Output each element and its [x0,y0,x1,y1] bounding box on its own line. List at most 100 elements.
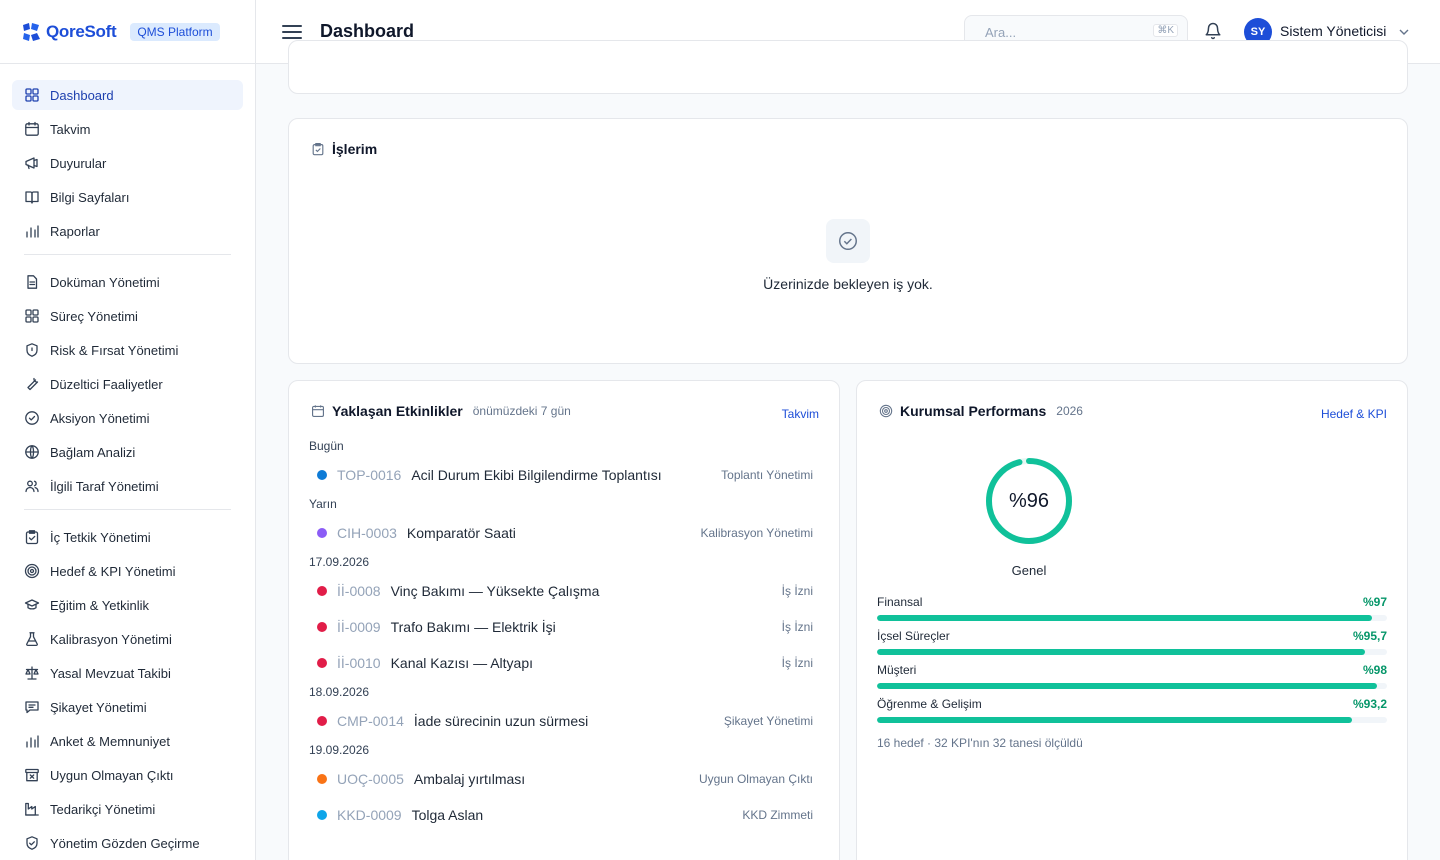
shield-check-icon [24,835,40,851]
event-status-dot [317,622,327,632]
event-status-dot [317,586,327,596]
nav-divider [24,509,231,510]
event-code: TOP-0016 [337,467,402,483]
sidebar-item-label: Eğitim & Yetkinlik [50,597,149,613]
sidebar-item-süreç-yönetimi[interactable]: Süreç Yönetimi [12,301,243,331]
hamburger-menu-button[interactable] [282,22,302,42]
event-category: Uygun Olmayan Çıktı [698,772,813,786]
event-title: Vinç Bakımı — Yüksekte Çalışma [390,583,600,599]
sidebar-item-uygun-olmayan-çıktı[interactable]: Uygun Olmayan Çıktı [12,760,243,790]
event-category: İş İzni [781,584,813,598]
factory-icon [24,801,40,817]
event-row[interactable]: İİ-0010 Kanal Kazısı — Altyapı İş İzni [309,649,821,677]
event-row[interactable]: İİ-0008 Vinç Bakımı — Yüksekte Çalışma İş … [309,577,821,605]
notification-bell-icon[interactable] [1204,22,1222,40]
event-date-heading: 19.09.2026 [309,743,370,757]
sidebar-item-kalibrasyon-yönetimi[interactable]: Kalibrasyon Yönetimi [12,624,243,654]
sidebar-item-i-lgili-taraf-yönetimi[interactable]: İlgili Taraf Yönetimi [12,471,243,501]
archive-x-icon [24,767,40,783]
wrench-icon [24,376,40,392]
kpi-progress-fill [877,649,1366,655]
bar-chart-icon [24,733,40,749]
event-row[interactable]: UOÇ-0005 Ambalaj yırtılması Uygun Olmayan … [309,765,821,793]
sidebar-item-label: Dashboard [50,87,114,103]
sidebar-item-label: Şikayet Yönetimi [50,699,147,715]
platform-badge: QMS Platform [130,22,220,41]
sidebar-item-takvim[interactable]: Takvim [12,114,243,144]
chevron-down-icon[interactable] [1398,26,1410,38]
kpi-name: Finansal [877,595,923,609]
kpi-value: %98 [1362,663,1387,677]
event-code: CMP-0014 [337,713,404,729]
event-code: KKD-0009 [337,807,402,823]
event-title: Ambalaj yırtılması [413,771,526,787]
sidebar-item-label: Süreç Yönetimi [50,308,138,324]
kpi-link[interactable]: Hedef & KPI [1321,407,1387,421]
kpi-progress-fill [877,615,1372,621]
empty-state-text: Üzerinizde bekleyen iş yok. [763,276,933,292]
sidebar-item-risk-fırsat-yönetimi[interactable]: Risk & Fırsat Yönetimi [12,335,243,365]
events-title: Yaklaşan Etkinlikler [332,403,463,419]
scale-icon [24,665,40,681]
sidebar-item-düzeltici-faaliyetler[interactable]: Düzeltici Faaliyetler [12,369,243,399]
user-name[interactable]: Sistem Yöneticisi [1280,23,1386,39]
sidebar-item-anket-memnuniyet[interactable]: Anket & Memnuniyet [12,726,243,756]
book-icon [24,189,40,205]
sidebar-item-tedarikçi-yönetimi[interactable]: Tedarikçi Yönetimi [12,794,243,824]
sidebar-item-aksiyon-yönetimi[interactable]: Aksiyon Yönetimi [12,403,243,433]
sidebar-item-eğitim-yetkinlik[interactable]: Eğitim & Yetkinlik [12,590,243,620]
sidebar-item-hedef-kpi-yönetimi[interactable]: Hedef & KPI Yönetimi [12,556,243,586]
empty-state-check-icon [826,219,870,263]
kpi-name: Öğrenme & Gelişim [877,697,982,711]
target-icon [879,404,893,418]
event-title: Trafo Bakımı — Elektrik İşi [390,619,556,635]
brand-bar: QoreSoft QMS Platform [0,0,255,64]
sidebar-item-label: Takvim [50,121,91,137]
event-code: CIH-0003 [337,525,397,541]
sidebar-item-bilgi-sayfaları[interactable]: Bilgi Sayfaları [12,182,243,212]
sidebar-item-yönetim-gözden-geçirme[interactable]: Yönetim Gözden Geçirme [12,828,243,858]
sidebar-item-dashboard[interactable]: Dashboard [12,80,243,110]
users-icon [24,478,40,494]
performance-year: 2026 [1056,404,1083,418]
check-circle-icon [24,410,40,426]
event-code: UOÇ-0005 [337,771,404,787]
sidebar-item-i-ç-tetkik-yönetimi[interactable]: İç Tetkik Yönetimi [12,522,243,552]
events-subtitle: önümüzdeki 7 gün [472,404,571,418]
sidebar-item-yasal-mevzuat-takibi[interactable]: Yasal Mevzuat Takibi [12,658,243,688]
grid-icon [24,87,40,103]
sidebar-item-raporlar[interactable]: Raporlar [12,216,243,246]
events-list: Bugün TOP-0016 Acil Durum Ekibi Bilgilendi… [309,437,821,837]
kpi-progress-fill [877,683,1377,689]
event-row[interactable]: CIH-0003 Komparatör Saati Kalibrasyon Yöne… [309,519,821,547]
event-row[interactable]: KKD-0009 Tolga Aslan KKD Zimmeti [309,801,821,829]
sidebar-item-label: Yönetim Gözden Geçirme [50,835,200,851]
event-row[interactable]: TOP-0016 Acil Durum Ekibi Bilgilendirme T… [309,461,821,489]
overall-score-gauge: %96 [983,455,1075,547]
sidebar-item-duyurular[interactable]: Duyurular [12,148,243,178]
sidebar-item-label: Bağlam Analizi [50,444,136,460]
logo[interactable]: QoreSoft [20,21,117,43]
event-title: Acil Durum Ekibi Bilgilendirme Toplantıs… [411,467,662,483]
event-code: İİ-0009 [337,619,381,635]
event-code: İİ-0008 [337,583,381,599]
sidebar-item-doküman-yönetimi[interactable]: Doküman Yönetimi [12,267,243,297]
sidebar-item-bağlam-analizi[interactable]: Bağlam Analizi [12,437,243,467]
calendar-link[interactable]: Takvim [782,407,819,421]
search-shortcut-hint: ⌘K [1153,24,1178,37]
kpi-name: Müşteri [877,663,917,677]
event-status-dot [317,470,327,480]
page-title: Dashboard [320,21,415,41]
kpi-value: %93,2 [1352,697,1387,711]
event-status-dot [317,716,327,726]
event-title: Kanal Kazısı — Altyapı [390,655,533,671]
target-icon [24,563,40,579]
sidebar-item-label: Kalibrasyon Yönetimi [50,631,172,647]
flask-icon [24,631,40,647]
calendar-icon [24,121,40,137]
event-status-dot [317,528,327,538]
event-row[interactable]: İİ-0009 Trafo Bakımı — Elektrik İşi İş İzn… [309,613,821,641]
sidebar-item-şikayet-yönetimi[interactable]: Şikayet Yönetimi [12,692,243,722]
search-input[interactable] [985,24,1135,40]
event-row[interactable]: CMP-0014 İade sürecinin uzun sürmesi Şikay… [309,707,821,735]
